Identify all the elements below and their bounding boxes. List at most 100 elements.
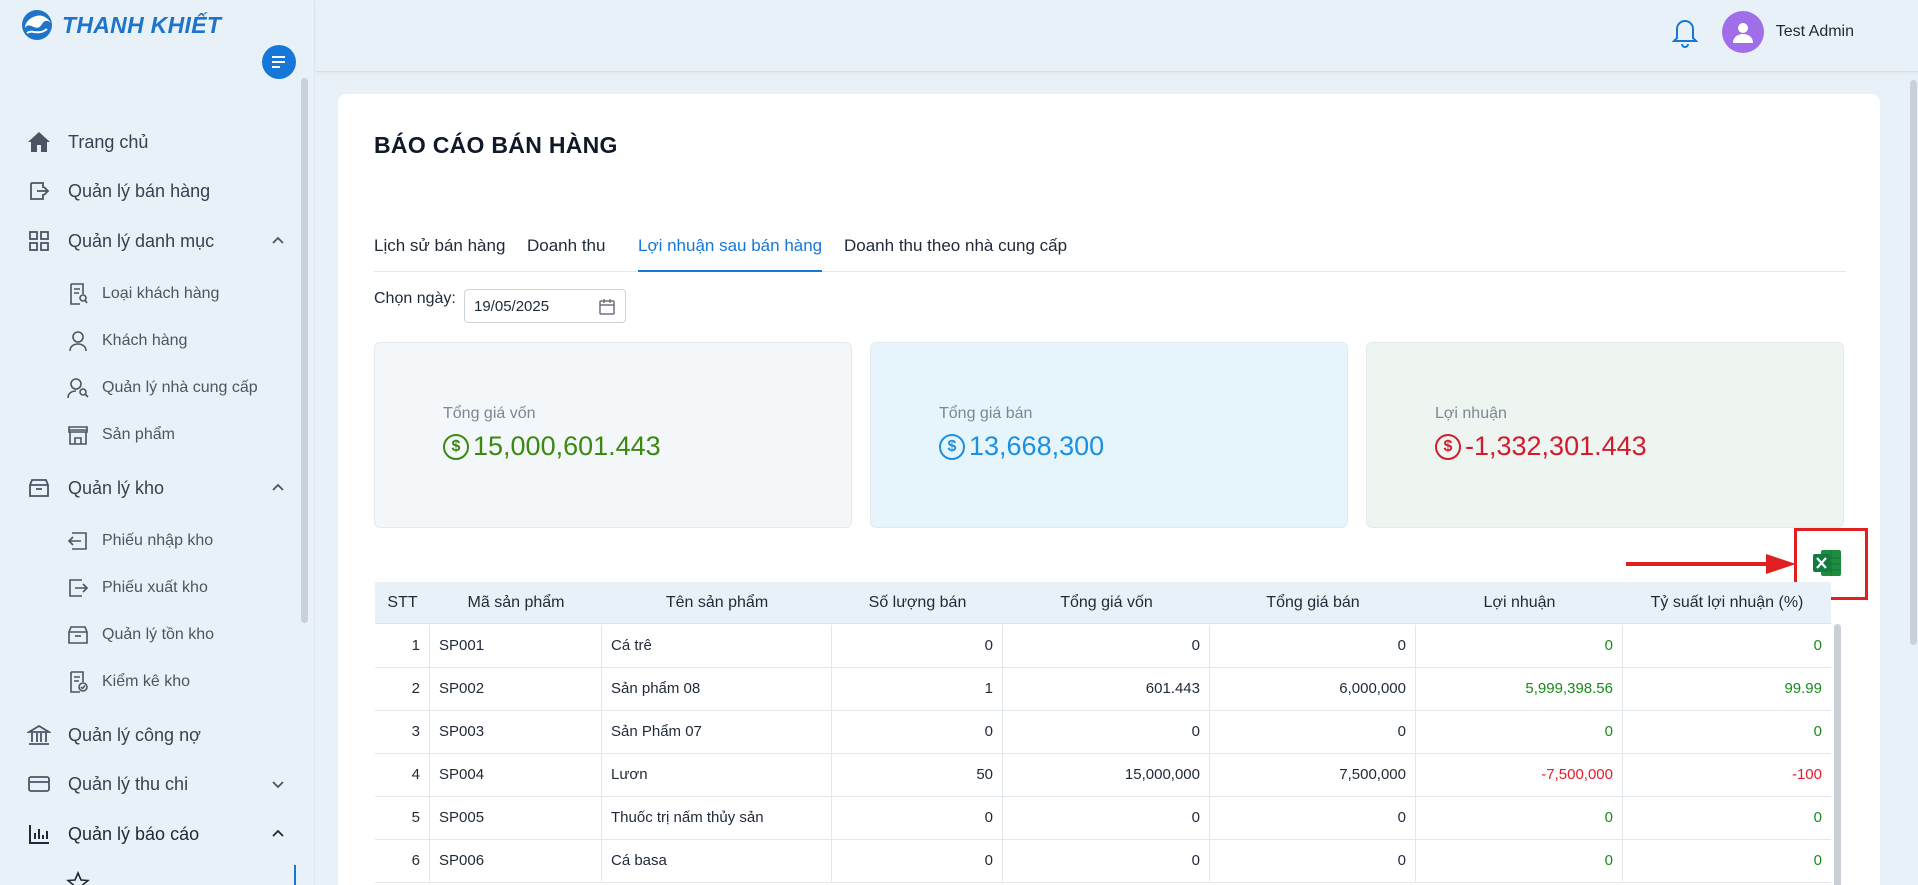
sidebar-item-label: Quản lý báo cáo: [68, 823, 200, 844]
stat-value-row: $ 13,668,300: [939, 431, 1104, 462]
sidebar-item-label: Quản lý nhà cung cấp: [102, 379, 258, 396]
star-icon: [66, 871, 90, 885]
cell-total-cost: 0: [1003, 840, 1210, 882]
stat-label: Lợi nhuận: [1435, 405, 1507, 422]
sidebar-item-stocktake[interactable]: Kiểm kê kho: [66, 667, 190, 697]
sidebar-item-supplier[interactable]: Quản lý nhà cung cấp: [66, 373, 258, 403]
stat-value: 15,000,601.443: [473, 431, 661, 461]
table-row[interactable]: 1 SP001 Cá trê 0 0 0 0 0: [375, 625, 1831, 668]
table-row[interactable]: 2 SP002 Sản phẩm 08 1 601.443 6,000,000 5,999,…: [375, 668, 1831, 711]
cell-profit: -7,500,000: [1416, 754, 1623, 796]
avatar[interactable]: [1722, 11, 1764, 53]
annotation-arrow: [1626, 554, 1796, 574]
stat-total-cost: Tổng giá vốn $ 15,000,601.443: [374, 342, 852, 528]
tab-revenue[interactable]: Doanh thu: [527, 230, 605, 272]
cell-qty-sold: 0: [832, 797, 1003, 839]
calendar-icon[interactable]: [598, 298, 616, 316]
date-value: 19/05/2025: [474, 297, 550, 315]
sidebar-item-catalog[interactable]: Quản lý danh mục: [26, 226, 286, 256]
sidebar-item-stock-in[interactable]: Phiếu nhập kho: [66, 526, 213, 556]
date-label: Chọn ngày:: [374, 290, 456, 307]
chevron-up-icon: [272, 483, 284, 491]
bell-icon[interactable]: [1670, 16, 1700, 48]
cell-stt: 1: [375, 625, 430, 667]
cell-product-name: Cá trê: [602, 625, 832, 667]
grid-icon: [26, 228, 52, 254]
stat-label: Tổng giá bán: [939, 405, 1033, 422]
table-row[interactable]: 3 SP003 Sản Phẩm 07 0 0 0 0 0: [375, 711, 1831, 754]
table-row[interactable]: 6 SP006 Cá basa 0 0 0 0 0: [375, 840, 1831, 883]
sidebar-item-stock-out[interactable]: Phiếu xuất kho: [66, 573, 208, 603]
sidebar-item-customer[interactable]: Khách hàng: [66, 326, 187, 356]
table-row[interactable]: 5 SP005 Thuốc trị nấm thủy sản 0 0 0 0 0: [375, 797, 1831, 840]
cell-total-sale: 0: [1210, 625, 1416, 667]
sidebar-item-home[interactable]: Trang chủ: [26, 127, 286, 157]
sidebar-collapse-button[interactable]: [262, 45, 296, 79]
sidebar: THANH KHIẾT Trang chủ Quản lý bán hàng Q…: [0, 0, 315, 885]
sidebar-item-label: Loại khách hàng: [102, 285, 220, 302]
page-scrollbar[interactable]: [1910, 80, 1917, 645]
brand-logo[interactable]: THANH KHIẾT: [20, 8, 221, 42]
top-header: Test Admin: [316, 0, 1918, 72]
excel-export-icon[interactable]: [1812, 549, 1842, 577]
supplier-icon: [66, 376, 90, 400]
cell-product-code: SP001: [430, 625, 602, 667]
inventory-icon: [66, 623, 90, 647]
report-tabs: Lịch sử bán hàng Doanh thu Lợi nhuận sau…: [374, 230, 1846, 272]
stat-value: 13,668,300: [969, 431, 1105, 461]
user-name[interactable]: Test Admin: [1776, 23, 1854, 41]
table-scrollbar[interactable]: [1834, 624, 1841, 885]
stat-total-revenue: Tổng giá bán $ 13,668,300: [870, 342, 1348, 528]
cell-product-name: Sản phẩm 08: [602, 668, 832, 710]
stat-value-row: $ -1,332,301.443: [1435, 431, 1647, 462]
stat-value: -1,332,301.443: [1465, 431, 1647, 461]
sidebar-item-label: Khách hàng: [102, 332, 188, 349]
sidebar-item-label: Quản lý thu chi: [68, 773, 189, 794]
sidebar-item-label: Trang chủ: [68, 131, 149, 152]
cell-profit-margin: 0: [1813, 723, 1822, 740]
col-header: Tên sản phẩm: [665, 594, 769, 611]
sidebar-item-product[interactable]: Sản phẩm: [66, 420, 175, 450]
table-row[interactable]: 4 SP004 Lươn 50 15,000,000 7,500,000 -7,500,00…: [375, 754, 1831, 797]
sidebar-item-cashflow[interactable]: Quản lý thu chi: [26, 769, 286, 799]
cell-profit: 0: [1416, 711, 1623, 753]
stat-value-row: $ 15,000,601.443: [443, 431, 661, 462]
sidebar-item-sales-report[interactable]: [66, 868, 102, 885]
store-icon: [66, 423, 90, 447]
cell-product-name: Cá basa: [602, 840, 832, 882]
sidebar-item-customer-type[interactable]: Loại khách hàng: [66, 279, 219, 309]
cell-product-name: Lươn: [602, 754, 832, 796]
import-icon: [66, 529, 90, 553]
bank-icon: [26, 722, 52, 748]
date-picker-input[interactable]: 19/05/2025: [464, 289, 626, 323]
sidebar-item-sales[interactable]: Quản lý bán hàng: [26, 176, 286, 206]
card-icon: [26, 771, 52, 797]
col-header: Mã sản phẩm: [467, 594, 565, 611]
sidebar-item-debt[interactable]: Quản lý công nợ: [26, 720, 286, 750]
sidebar-item-label: Phiếu nhập kho: [102, 532, 214, 549]
sidebar-item-label: Kiểm kê kho: [102, 673, 191, 690]
report-card: BÁO CÁO BÁN HÀNG Lịch sử bán hàng Doanh …: [338, 94, 1880, 885]
dollar-icon: $: [939, 433, 965, 460]
col-header: Tổng giá bán: [1266, 594, 1360, 611]
tab-revenue-by-supplier[interactable]: Doanh thu theo nhà cung cấp: [844, 230, 1067, 272]
home-icon: [26, 129, 52, 155]
chart-icon: [26, 821, 52, 847]
tab-sales-history[interactable]: Lịch sử bán hàng: [374, 230, 505, 272]
cell-product-code: SP005: [430, 797, 602, 839]
user-avatar-icon: [1733, 23, 1753, 43]
cell-stt: 5: [375, 797, 430, 839]
cell-profit-margin: 0: [1813, 809, 1822, 826]
sidebar-scrollbar[interactable]: [301, 78, 308, 623]
tab-profit-after-sales[interactable]: Lợi nhuận sau bán hàng: [638, 230, 823, 272]
export-icon: [66, 576, 90, 600]
cell-total-cost: 0: [1003, 711, 1210, 753]
cell-stt: 4: [375, 754, 430, 796]
sidebar-item-inventory[interactable]: Quản lý tồn kho: [66, 620, 214, 650]
col-header: Tổng giá vốn: [1060, 594, 1153, 611]
sidebar-item-reports[interactable]: Quản lý báo cáo: [26, 819, 286, 849]
cell-total-cost: 0: [1003, 625, 1210, 667]
cell-profit: 0: [1416, 625, 1623, 667]
sidebar-item-warehouse[interactable]: Quản lý kho: [26, 473, 286, 503]
logo-wave-icon: [22, 10, 52, 40]
